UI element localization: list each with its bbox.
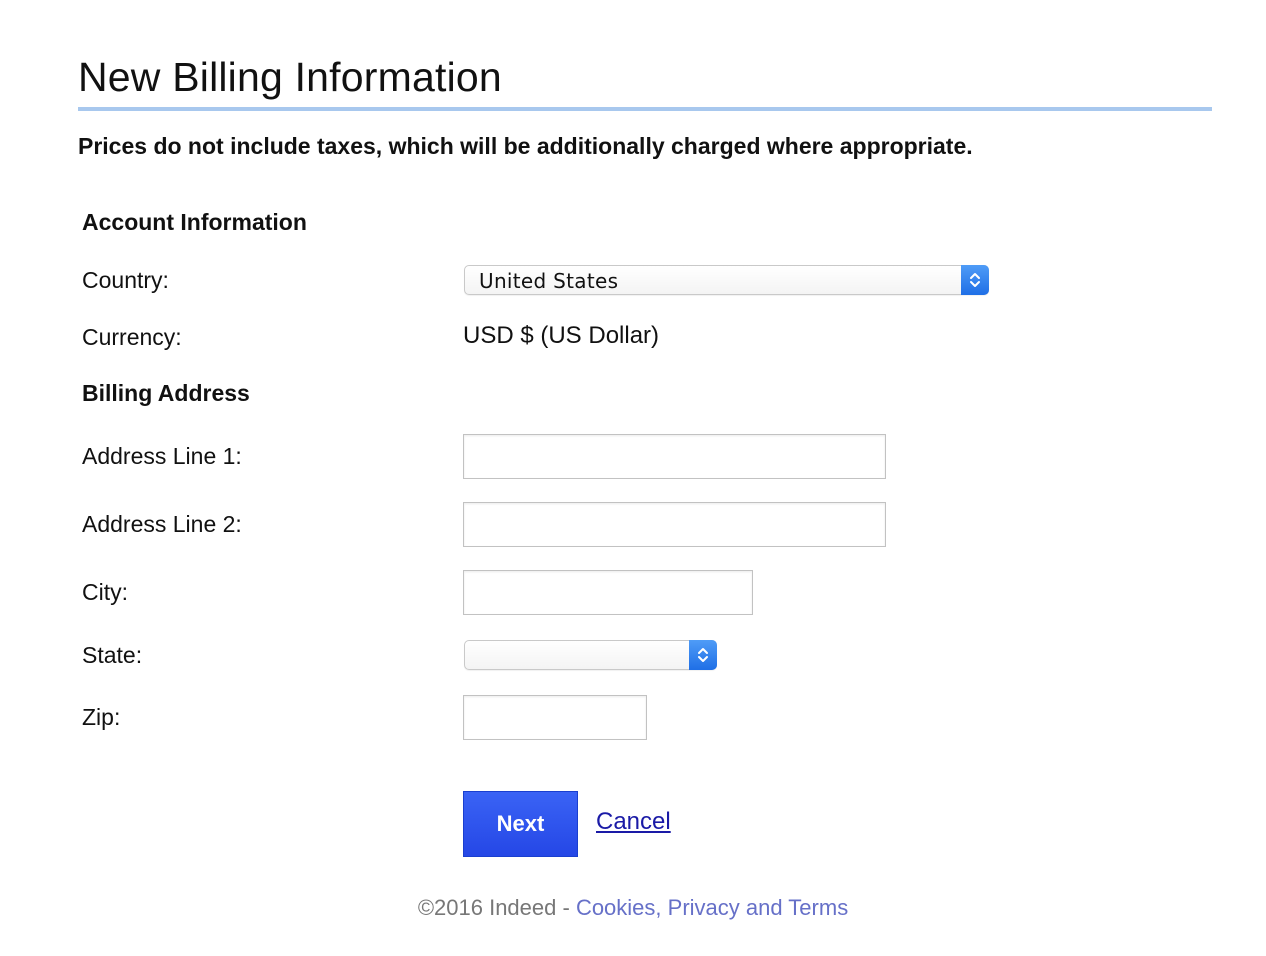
next-button[interactable]: Next bbox=[463, 791, 578, 857]
title-divider bbox=[78, 107, 1212, 111]
address-line-2-label: Address Line 2: bbox=[82, 511, 242, 537]
billing-address-heading: Billing Address bbox=[82, 380, 250, 406]
zip-label: Zip: bbox=[82, 704, 121, 730]
city-input[interactable] bbox=[463, 570, 753, 615]
country-select[interactable]: United States bbox=[464, 265, 989, 295]
cancel-link[interactable]: Cancel bbox=[596, 808, 671, 836]
currency-label: Currency: bbox=[82, 324, 182, 350]
tax-notice: Prices do not include taxes, which will … bbox=[78, 133, 973, 159]
address-line-1-label: Address Line 1: bbox=[82, 443, 242, 469]
country-select-value: United States bbox=[479, 269, 619, 293]
currency-value: USD $ (US Dollar) bbox=[463, 322, 660, 349]
address-line-1-input[interactable] bbox=[463, 434, 886, 479]
page-title: New Billing Information bbox=[78, 54, 502, 100]
cookies-privacy-terms-link[interactable]: Cookies, Privacy and Terms bbox=[576, 895, 848, 920]
state-label: State: bbox=[82, 642, 143, 668]
up-down-chevron-icon bbox=[961, 265, 989, 295]
footer-copyright: ©2016 Indeed bbox=[417, 895, 557, 920]
address-line-2-input[interactable] bbox=[463, 502, 886, 547]
zip-input[interactable] bbox=[463, 695, 647, 740]
city-label: City: bbox=[82, 579, 128, 605]
account-information-heading: Account Information bbox=[82, 209, 307, 235]
footer: ©2016 Indeed - Cookies, Privacy and Term… bbox=[0, 895, 1266, 921]
up-down-chevron-icon bbox=[689, 640, 717, 670]
footer-separator: - bbox=[556, 895, 576, 920]
state-select[interactable] bbox=[464, 640, 717, 670]
country-label: Country: bbox=[82, 267, 169, 293]
